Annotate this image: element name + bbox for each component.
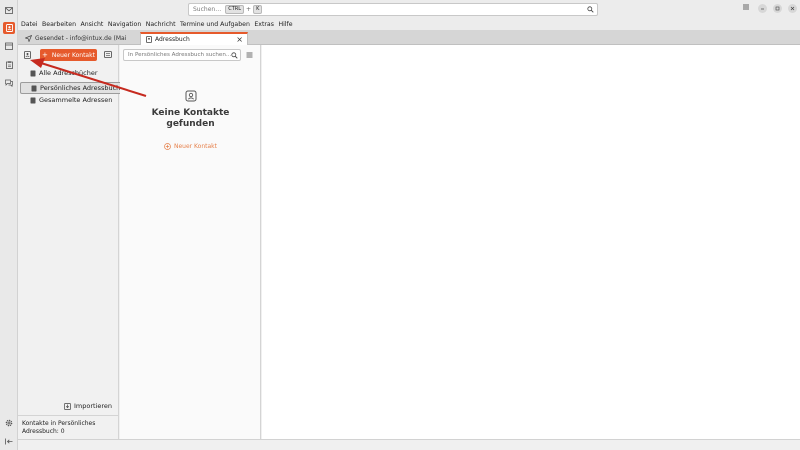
addressbook-sidebar: + Neuer Kontakt Alle Adressbücher Persön… [18,45,122,439]
menu-ansicht[interactable]: Ansicht [81,21,104,28]
collapse-icon [5,438,13,444]
calendar-space-button[interactable] [3,40,15,52]
menu-extras[interactable]: Extras [254,21,274,28]
chat-icon [5,79,13,87]
tab-addressbook[interactable]: Adressbuch × [140,32,248,45]
send-icon [25,35,32,42]
title-bar: Suchen… CTRL + K [18,0,800,18]
search-icon [231,52,238,61]
search-icon[interactable] [587,6,594,15]
empty-new-contact-label: Neuer Kontakt [173,143,217,150]
new-list-button[interactable] [104,51,112,60]
contact-list-pane: In Persönliches Adressbuch suchen… Keine… [120,45,261,439]
contact-card-icon [104,51,112,58]
mail-icon [5,6,13,14]
maximize-icon [775,6,780,11]
close-icon [790,6,795,11]
menu-navigation[interactable]: Navigation [108,21,141,28]
book-collected-label: Gesammelte Adressen [39,96,113,104]
book-all-label: Alle Adressbücher [39,69,98,77]
global-search-input[interactable]: Suchen… CTRL + K [188,3,598,16]
empty-new-contact-link[interactable]: Neuer Kontakt [164,143,217,150]
plus-icon: + [42,51,48,59]
settings-space-button[interactable] [3,417,15,429]
new-addressbook-button[interactable] [24,51,31,61]
addressbook-icon [5,24,13,32]
menu-datei[interactable]: Datei [21,21,38,28]
empty-state-title: Keine Kontakte gefunden [151,108,230,129]
import-button[interactable]: Importieren [64,402,112,410]
menu-nachricht[interactable]: Nachricht [146,21,176,28]
book-personal-label: Persönliches Adressbuch [40,84,121,92]
new-contact-label: Neuer Kontakt [51,51,95,59]
gear-icon [5,419,13,427]
tab-mail-sent-label: Gesendet - info@intux.de (Mai [35,35,127,42]
list-options-button[interactable] [246,52,253,60]
new-contact-button[interactable]: + Neuer Kontakt [40,49,97,61]
menu-bar: Datei Bearbeiten Ansicht Navigation Nach… [18,18,800,30]
tab-addressbook-label: Adressbuch [155,36,190,43]
contact-placeholder-icon [185,90,196,102]
clipboard-icon [5,61,13,69]
menu-termine[interactable]: Termine und Aufgaben [180,21,250,28]
addressbook-icon [24,51,31,59]
spaces-toolbar [0,0,18,450]
mail-space-button[interactable] [3,4,15,16]
close-tab-icon[interactable]: × [236,35,243,44]
collapse-spaces-button[interactable] [3,435,15,447]
import-label: Importieren [73,402,112,410]
minimize-icon [761,8,764,10]
maximize-button[interactable] [773,4,782,13]
hamburger-icon [743,4,749,10]
close-window-button[interactable] [788,4,797,13]
empty-state: Keine Kontakte gefunden Neuer Kontakt [120,90,261,152]
menu-hilfe[interactable]: Hilfe [278,21,292,28]
addressbook-icon [31,85,37,91]
shortcut-plus: + [246,6,252,13]
import-icon [64,402,71,410]
addressbook-icon [30,70,36,76]
book-personal[interactable]: Persönliches Adressbuch [20,82,122,94]
contact-search-placeholder: In Persönliches Adressbuch suchen… [128,52,232,58]
shortcut-key-k: K [253,5,263,14]
tab-bar: Gesendet - info@intux.de (Mai Adressbuch… [18,30,800,45]
status-bar [18,439,800,450]
chat-space-button[interactable] [3,77,15,89]
book-collected[interactable]: Gesammelte Adressen [18,94,119,106]
contact-detail-pane [262,45,800,439]
addressbook-list: Alle Adressbücher Persönliches Adressbuc… [18,67,122,106]
book-all[interactable]: Alle Adressbücher [18,67,119,79]
tasks-space-button[interactable] [3,59,15,71]
shortcut-key-ctrl: CTRL [225,5,245,14]
add-contact-icon [164,143,171,150]
addressbook-icon [30,97,36,103]
tab-mail-sent[interactable]: Gesendet - info@intux.de (Mai [20,32,138,45]
minimize-button[interactable] [758,4,767,13]
addressbook-icon [146,36,152,43]
app-menu-button[interactable] [742,3,750,13]
addressbook-space-button[interactable] [3,22,15,34]
menu-bearbeiten[interactable]: Bearbeiten [42,21,76,28]
list-menu-icon [246,52,253,58]
calendar-icon [5,42,13,50]
contact-search-input[interactable]: In Persönliches Adressbuch suchen… [123,49,241,61]
contact-count-footer: Kontakte in Persönliches Adressbuch: 0 [18,415,119,439]
global-search-placeholder: Suchen… [193,6,222,13]
